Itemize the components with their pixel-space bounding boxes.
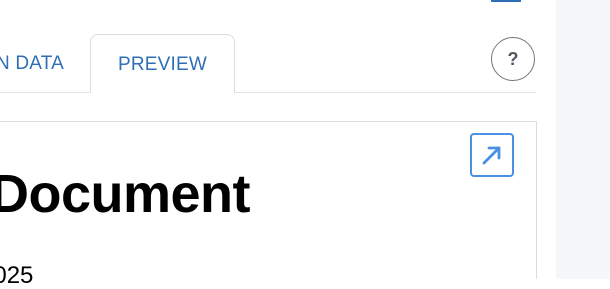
document-date: 2025: [0, 262, 34, 289]
help-icon: ?: [507, 48, 519, 69]
document-title: Document: [0, 164, 251, 224]
tab-bar: N DATA PREVIEW: [0, 34, 536, 93]
top-corner-mark: [491, 0, 521, 2]
tab-bar-divider: [0, 92, 536, 93]
tab-design-data-label: N DATA: [0, 53, 65, 74]
arrow-up-right-icon: [482, 146, 501, 165]
help-button[interactable]: ?: [491, 37, 535, 81]
tab-preview[interactable]: PREVIEW: [90, 34, 235, 93]
tab-preview-label: PREVIEW: [117, 54, 208, 75]
tab-design-data[interactable]: N DATA: [0, 34, 80, 92]
page-gutter: [556, 0, 610, 279]
open-external-button[interactable]: [470, 133, 514, 177]
preview-panel: Document 2025: [0, 121, 537, 288]
